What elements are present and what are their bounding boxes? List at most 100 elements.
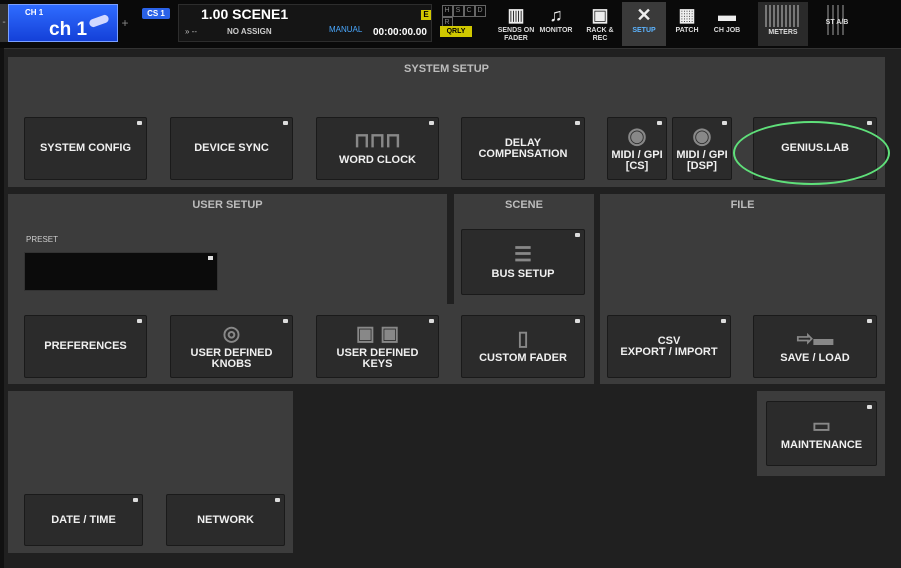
channel-next-button[interactable]: + <box>120 4 130 42</box>
headphones-icon: ♫ <box>549 5 563 25</box>
monitor-label: MONITOR <box>539 27 573 34</box>
custom-fader-label: CUSTOM FADER <box>479 352 567 364</box>
channel-number: CH 1 <box>25 8 44 17</box>
stereo-meter: ST A/B <box>812 2 862 46</box>
network-button[interactable]: NETWORK <box>166 494 285 546</box>
scene-next-indicator: » -- <box>185 27 197 36</box>
maintenance-label: MAINTENANCE <box>780 439 863 451</box>
maintenance-button[interactable]: ▭ MAINTENANCE <box>766 401 877 466</box>
meter-letter: C <box>464 5 475 17</box>
word-clock-button[interactable]: ⊓⊓⊓ WORD CLOCK <box>316 117 439 180</box>
folder-arrow-icon: ⇨▬ <box>796 328 834 350</box>
preferences-label: PREFERENCES <box>44 340 127 352</box>
patch-grid-icon: ▦ <box>678 5 696 25</box>
channel-fader-icon <box>88 13 110 29</box>
device-sync-button[interactable]: DEVICE SYNC <box>170 117 293 180</box>
preset-field[interactable] <box>24 252 218 291</box>
scene-mode: MANUAL <box>329 25 363 34</box>
save-load-label: SAVE / LOAD <box>780 352 850 364</box>
left-edge-strip <box>0 48 4 568</box>
system-config-button[interactable]: SYSTEM CONFIG <box>24 117 147 180</box>
delay-compensation-button[interactable]: DELAY COMPENSATION <box>461 117 585 180</box>
channel-prev-button[interactable]: - <box>0 4 8 42</box>
midi-connector-icon: ◉ <box>692 122 712 148</box>
delay-comp-line1: DELAY <box>504 136 542 149</box>
keys-icon: ▣ ▣ <box>355 322 400 345</box>
fader-icon: ▥ <box>507 5 525 25</box>
midi-gpi-dsp-button[interactable]: ◉ MIDI / GPI [DSP] <box>672 117 732 180</box>
patch-label: PATCH <box>675 27 699 34</box>
custom-fader-button[interactable]: ▯ CUSTOM FADER <box>461 315 585 378</box>
scene-info-panel[interactable]: 1.00 SCENE1 » -- NO ASSIGN MANUAL 00:00:… <box>178 4 432 42</box>
system-setup-title: SYSTEM SETUP <box>404 63 489 75</box>
scene-assign: NO ASSIGN <box>227 27 272 36</box>
genius-lab-button[interactable]: GENIUS.LAB <box>753 117 877 180</box>
midi-gpi-cs-button[interactable]: ◉ MIDI / GPI [CS] <box>607 117 667 180</box>
fader-bank-icon: ▯ <box>517 328 529 350</box>
rack-rec-button[interactable]: ▣ RACK & REC <box>580 2 620 46</box>
save-load-button[interactable]: ⇨▬ SAVE / LOAD <box>753 315 877 378</box>
meter-letters: H S C DR <box>442 5 490 29</box>
toolbox-icon: ▬ <box>718 5 736 25</box>
setup-button[interactable]: ✕ SETUP <box>622 2 666 46</box>
network-label: NETWORK <box>197 513 254 526</box>
csv-line2: EXPORT / IMPORT <box>620 345 718 358</box>
preferences-button[interactable]: PREFERENCES <box>24 315 147 378</box>
udkeys-line1: USER DEFINED <box>336 346 419 359</box>
user-defined-keys-button[interactable]: ▣ ▣ USER DEFINED KEYS <box>316 315 439 378</box>
meters-label: METERS <box>768 29 798 36</box>
st-ab-label: ST A/B <box>825 19 849 26</box>
preset-label: PRESET <box>26 235 59 244</box>
midi-cs-line1: MIDI / GPI <box>611 148 663 161</box>
user-setup-title: USER SETUP <box>192 199 263 211</box>
ch-job-label: CH JOB <box>713 27 741 34</box>
midi-dsp-line2: [DSP] <box>687 159 717 172</box>
meter-letter: D <box>475 5 486 17</box>
bus-setup-button[interactable]: ☰ BUS SETUP <box>461 229 585 295</box>
meters-button[interactable]: METERS <box>758 2 808 46</box>
knob-icon: ◎ <box>222 322 241 345</box>
midi-connector-icon: ◉ <box>627 122 647 148</box>
system-config-label: SYSTEM CONFIG <box>39 142 132 154</box>
channel-name: ch 1 <box>49 19 88 40</box>
scene-title: 1.00 SCENE1 <box>201 6 289 22</box>
tools-icon: ✕ <box>636 5 652 25</box>
clock-wave-icon: ⊓⊓⊓ <box>354 130 401 152</box>
cs-badge: CS 1 <box>142 8 170 19</box>
patch-button[interactable]: ▦ PATCH <box>668 2 706 46</box>
rack-rec-label: RACK & REC <box>586 27 614 42</box>
word-clock-label: WORD CLOCK <box>339 154 416 166</box>
maintenance-icon: ▭ <box>812 415 831 437</box>
sends-on-fader-label: SENDS ON FADER <box>497 27 535 42</box>
scene-title-label: SCENE <box>505 199 543 211</box>
midi-dsp-line1: MIDI / GPI <box>676 148 728 161</box>
rack-icon: ▣ <box>591 5 609 25</box>
top-toolbar: - CH 1 ch 1 + CS 1 1.00 SCENE1 » -- NO A… <box>0 0 901 49</box>
udk-line2: KNOBS <box>211 357 252 370</box>
scene-edit-badge: E <box>421 10 431 20</box>
channel-select-display[interactable]: CH 1 ch 1 <box>8 4 118 42</box>
ch-job-button[interactable]: ▬ CH JOB <box>708 2 746 46</box>
bus-setup-label: BUS SETUP <box>491 267 555 280</box>
device-sync-label: DEVICE SYNC <box>194 142 269 154</box>
meter-letter: H <box>442 5 453 17</box>
csv-export-import-button[interactable]: CSV EXPORT / IMPORT <box>607 315 731 378</box>
csv-line1: CSV <box>657 334 681 347</box>
user-defined-knobs-button[interactable]: ◎ USER DEFINED KNOBS <box>170 315 293 378</box>
file-title: FILE <box>730 199 755 211</box>
scene-timecode: 00:00:00.00 <box>373 27 427 38</box>
udkeys-line2: KEYS <box>362 357 393 370</box>
date-time-label: DATE / TIME <box>51 513 116 526</box>
meters-icon <box>765 5 801 27</box>
monitor-button[interactable]: ♫ MONITOR <box>537 2 575 46</box>
date-time-button[interactable]: DATE / TIME <box>24 494 143 546</box>
setup-label: SETUP <box>632 27 656 34</box>
meter-letter: S <box>453 5 464 17</box>
midi-cs-line2: [CS] <box>625 159 649 172</box>
sends-on-fader-button[interactable]: ▥ SENDS ON FADER <box>496 2 536 46</box>
qrly-badge: QRLY <box>440 26 472 37</box>
setup-screen: - CH 1 ch 1 + CS 1 1.00 SCENE1 » -- NO A… <box>0 0 901 568</box>
delay-comp-line2: COMPENSATION <box>478 147 568 160</box>
bus-setup-icon: ☰ <box>514 243 532 266</box>
genius-lab-label: GENIUS.LAB <box>781 142 849 154</box>
